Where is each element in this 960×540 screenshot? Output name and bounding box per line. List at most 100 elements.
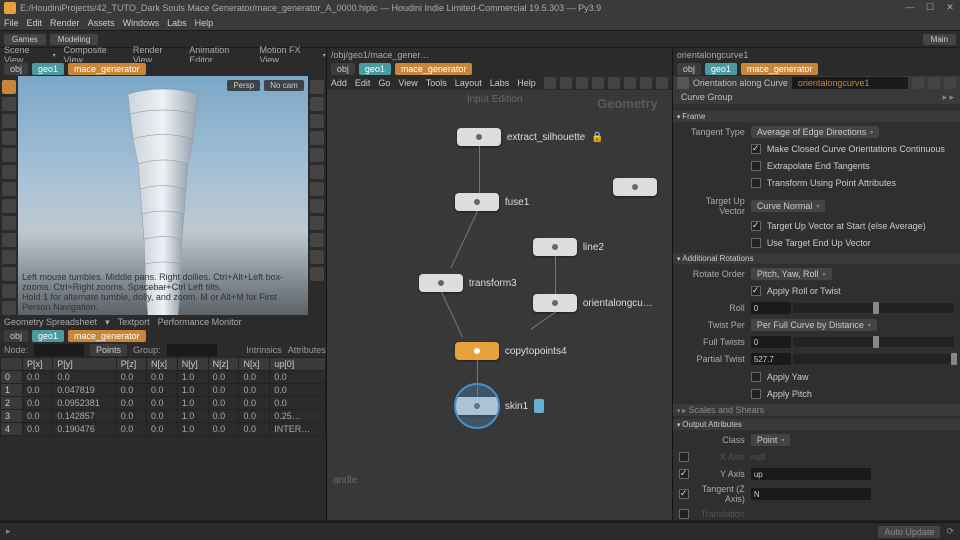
table-row[interactable]: 40.00.1904760.00.01.00.00.0INTER… (1, 423, 326, 436)
menu-help[interactable]: Help (195, 18, 214, 28)
yaxis-field[interactable] (751, 468, 871, 480)
tool-icon[interactable] (2, 233, 16, 247)
net-menu-tools[interactable]: Tools (426, 78, 447, 88)
cook-icon[interactable]: ⟳ (946, 526, 954, 537)
disp-icon[interactable] (310, 199, 324, 213)
node-field[interactable] (34, 344, 84, 356)
disp-icon[interactable] (310, 97, 324, 111)
net-menu-labs[interactable]: Labs (490, 78, 510, 88)
tool-icon[interactable] (2, 199, 16, 213)
chk-yaxis[interactable] (679, 469, 689, 479)
net-tool-icon[interactable] (544, 77, 556, 89)
col-header[interactable]: up[0] (270, 358, 326, 371)
disp-icon[interactable] (310, 216, 324, 230)
menu-labs[interactable]: Labs (167, 18, 187, 28)
node-transform[interactable] (419, 274, 463, 292)
disp-icon[interactable] (310, 182, 324, 196)
net-menu-go[interactable]: Go (378, 78, 390, 88)
disp-icon[interactable] (310, 165, 324, 179)
network-view[interactable]: Geometry Input Edition andle extract_sil… (327, 90, 672, 520)
chk-target-end[interactable] (751, 238, 761, 248)
chk-tangent[interactable] (679, 489, 689, 499)
close-icon[interactable]: ✕ (944, 2, 956, 13)
target-up-dropdown[interactable]: Curve Normal (751, 200, 826, 212)
tangent-type-dropdown[interactable]: Average of Edge Directions (751, 126, 879, 138)
table-row[interactable]: 10.00.0478190.00.01.00.00.00.0 (1, 384, 326, 397)
net-menu-layout[interactable]: Layout (455, 78, 482, 88)
node-copytopoints[interactable] (455, 342, 499, 360)
arrow-icon[interactable]: ▸ ▸ (942, 92, 960, 103)
col-header[interactable] (1, 358, 23, 371)
disp-icon[interactable] (310, 267, 324, 281)
gear-icon[interactable] (912, 77, 924, 89)
col-header[interactable]: P[z] (116, 358, 146, 371)
crumb-node[interactable]: mace_generator (741, 63, 819, 75)
partial-twist-slider[interactable] (793, 354, 954, 364)
node-line-label[interactable] (533, 238, 577, 256)
menu-assets[interactable]: Assets (88, 18, 115, 28)
minimize-icon[interactable]: — (904, 2, 916, 13)
crumb-obj[interactable]: obj (4, 63, 28, 75)
col-header[interactable]: P[y] (53, 358, 117, 371)
chk-transform-attrs[interactable] (751, 178, 761, 188)
net-tool-icon[interactable] (608, 77, 620, 89)
twist-per-dropdown[interactable]: Per Full Curve by Distance (751, 319, 877, 331)
tab-geo-spread[interactable]: Geometry Spreadsheet (4, 317, 97, 327)
node-skin[interactable] (455, 397, 499, 415)
net-menu-view[interactable]: View (398, 78, 417, 88)
shelf-main[interactable]: Main (923, 34, 956, 45)
partial-twist-field[interactable] (751, 353, 791, 365)
disp-icon[interactable] (310, 114, 324, 128)
disp-icon[interactable] (310, 148, 324, 162)
viewport-3d[interactable]: Persp No cam (18, 76, 308, 315)
crumb-geo[interactable]: geo1 (359, 63, 391, 75)
crumb-obj[interactable]: obj (331, 63, 355, 75)
node-line[interactable] (613, 178, 657, 196)
chk-closed-curve[interactable] (751, 144, 761, 154)
tool-icon[interactable] (2, 148, 16, 162)
net-tool-icon[interactable] (656, 77, 668, 89)
shelf-modeling[interactable]: Modeling (50, 34, 98, 45)
tool-icon[interactable] (2, 216, 16, 230)
net-menu-help[interactable]: Help (517, 78, 536, 88)
node-fuse[interactable] (455, 193, 499, 211)
intrinsics-button[interactable]: Intrinsics (246, 345, 282, 355)
section-rotations[interactable]: Additional Rotations (673, 253, 960, 264)
tool-icon[interactable] (2, 165, 16, 179)
tab-perf[interactable]: Performance Monitor (158, 317, 242, 327)
net-tool-icon[interactable] (560, 77, 572, 89)
table-row[interactable]: 30.00.1428570.00.01.00.00.00.25… (1, 410, 326, 423)
crumb-node[interactable]: mace_generator (68, 330, 146, 342)
section-output[interactable]: Output Attributes (673, 419, 960, 430)
crumb-node[interactable]: mace_generator (68, 63, 146, 75)
rotate-order-dropdown[interactable]: Pitch, Yaw, Roll (751, 268, 832, 280)
table-row[interactable]: 20.00.09523810.00.01.00.00.00.0 (1, 397, 326, 410)
full-twists-field[interactable] (751, 336, 791, 348)
col-header[interactable]: N[z] (208, 358, 239, 371)
display-flag[interactable] (534, 399, 544, 413)
section-frame[interactable]: Frame (673, 111, 960, 122)
op-name-field[interactable]: orientalongcurve1 (792, 77, 908, 89)
tool-icon[interactable] (2, 182, 16, 196)
maximize-icon[interactable]: ☐ (924, 2, 936, 13)
class-dropdown[interactable]: Point (751, 434, 791, 446)
roll-slider[interactable] (793, 303, 954, 313)
tangent-field[interactable] (751, 488, 871, 500)
camera-persp-button[interactable]: Persp (227, 80, 260, 91)
col-header[interactable]: P[x] (23, 358, 53, 371)
tool-icon[interactable] (2, 284, 16, 298)
parm-tab[interactable]: orientalongcurve1 (677, 50, 749, 60)
spreadsheet[interactable]: P[x]P[y]P[z]N[x]N[y]N[z]N[x]up[0] 00.00.… (0, 357, 326, 520)
attributes-button[interactable]: Attributes (288, 345, 326, 355)
help-icon[interactable] (928, 77, 940, 89)
disp-icon[interactable] (310, 233, 324, 247)
crumb-obj[interactable]: obj (4, 330, 28, 342)
group-field[interactable] (167, 344, 217, 356)
full-twists-slider[interactable] (793, 337, 954, 347)
playbar-icon[interactable]: ▸ (6, 526, 11, 537)
auto-update-button[interactable]: Auto Update (878, 526, 940, 538)
shelf-icon[interactable] (944, 77, 956, 89)
shelf-games[interactable]: Games (4, 34, 46, 45)
crumb-geo[interactable]: geo1 (32, 330, 64, 342)
tool-icon[interactable] (2, 131, 16, 145)
